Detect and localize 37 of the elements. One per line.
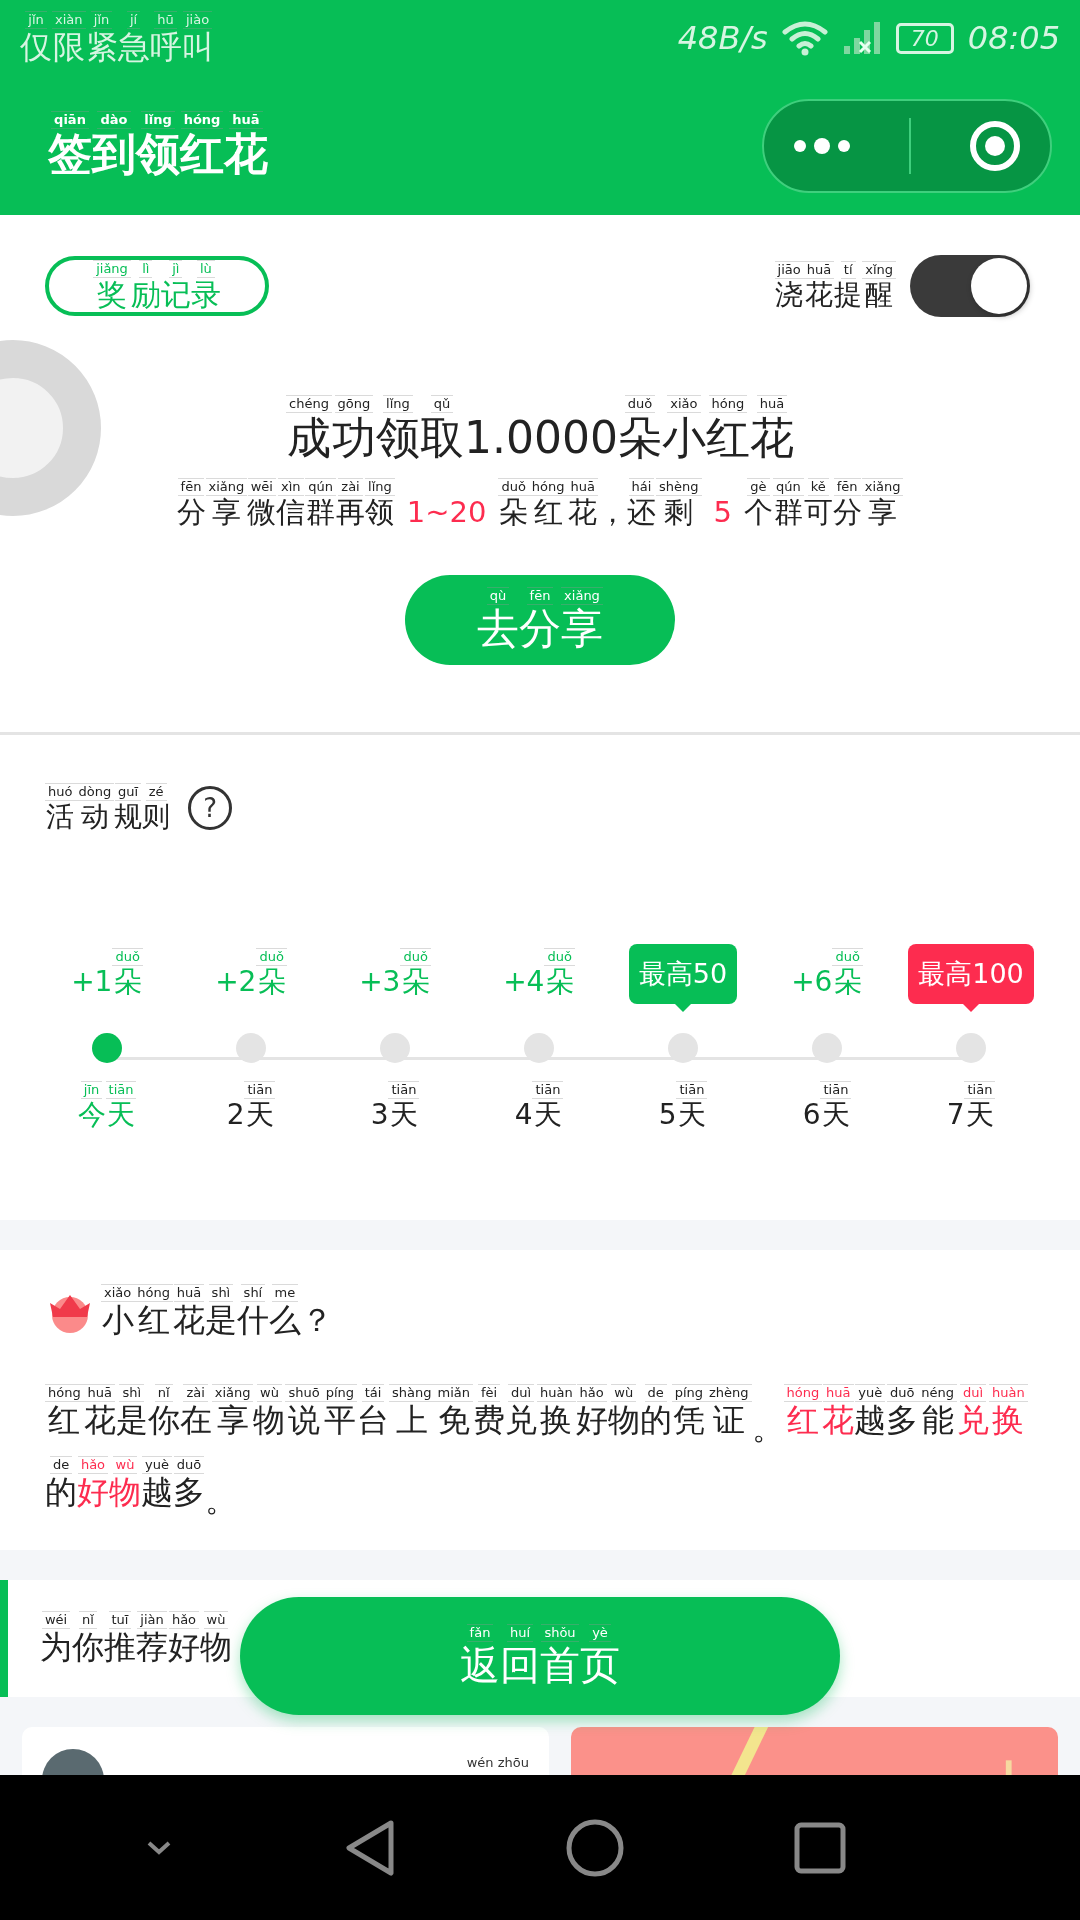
product-card[interactable]: wén zhōu	[22, 1727, 549, 1775]
section-title: wéi 为 nǐ 你 tuī 推 jiàn 荐 hǎo 好 wù 物	[40, 1611, 232, 1666]
close-icon[interactable]	[967, 118, 1022, 173]
wifi-icon	[781, 20, 828, 56]
day-label: jīn 今 tiān 天	[77, 1081, 137, 1132]
reminder-label: jiāo 浇 huā 花 tí 提 xǐng 醒	[774, 260, 896, 312]
signal-icon	[841, 20, 882, 56]
share-info: fēn 分 xiǎng 享 wēi 微 xìn 信 qún 群 zài 再 lǐng 领 1~20 duǒ 朵 hóng 红 huā 花， hái 还 shèng 剩 5 gè 个 qún 群 kě 可 fēn 分 xiǎng 享	[176, 477, 904, 529]
day-label: 7 tiān 天	[946, 1081, 996, 1132]
records-button[interactable]: jiǎng 奖 lì 励 jì 记 lù 录	[45, 256, 269, 316]
recents-icon[interactable]	[793, 1821, 846, 1874]
day-label: 3 tiān 天	[370, 1081, 420, 1132]
home-button[interactable]: fǎn 返 huí 回 shǒu 首 yè 页	[240, 1597, 840, 1715]
day-label: 6 tiān 天	[802, 1081, 852, 1132]
status-text: jǐn 仅 xiàn 限 jǐn 紧 jí 急 hū 呼 jiào 叫	[20, 10, 214, 66]
reward-label: +2 duǒ 朵	[215, 948, 287, 999]
more-icon[interactable]	[792, 135, 853, 156]
clock: 08:05	[967, 19, 1060, 57]
day-label: 5 tiān 天	[658, 1081, 708, 1132]
share-button[interactable]: qù 去 fēn 分 xiǎng 享	[405, 574, 675, 665]
battery-icon: 70	[895, 22, 954, 54]
section-title: xiǎo 小 hóng 红 huā 花 shì 是 shí 什 me 么？	[101, 1284, 333, 1339]
reward-label: +3 duǒ 朵	[359, 948, 431, 999]
description: hóng 红 huā 花 shì 是 nǐ 你 zài 在 xiǎng 享 wù 物 shuō 说 píng 平 tái 台 shàng 上 miǎn 免 fèi 费 duì 兑 huàn 换 hǎo 好 wù 物 de 的 píng 凭 zhèng 证 。 hóng 红 huā 花 yuè 越 duō 多 néng 能 duì 兑 huàn 换 de 的 hǎo 好 wù 物 yuè 越 duō 多。	[45, 1374, 1035, 1519]
network-speed: 48B/s	[677, 19, 768, 57]
home-icon[interactable]	[565, 1817, 626, 1878]
reward-label: +1 duǒ 朵	[71, 948, 143, 999]
pinyin-text: wén zhōu	[466, 1755, 529, 1770]
rules-title: huó 活 dòng 动 guī 规 zé 则	[45, 783, 171, 834]
day-label: 2 tiān 天	[226, 1081, 276, 1132]
help-icon[interactable]: ?	[188, 786, 233, 831]
reminder-toggle[interactable]	[910, 255, 1030, 317]
headline: chéng 成 gōng 功 lǐng 领 qǔ 取1.0000 duǒ 朵 xiǎo 小 hóng 红 huā 花	[286, 395, 794, 464]
reward-label: +4 duǒ 朵	[503, 948, 575, 999]
day-label: 4 tiān 天	[514, 1081, 564, 1132]
reward-label: +6 duǒ 朵	[791, 948, 863, 999]
page-title: qiān 签 dào 到 lǐng 领 hóng 红 huā 花	[48, 111, 268, 180]
